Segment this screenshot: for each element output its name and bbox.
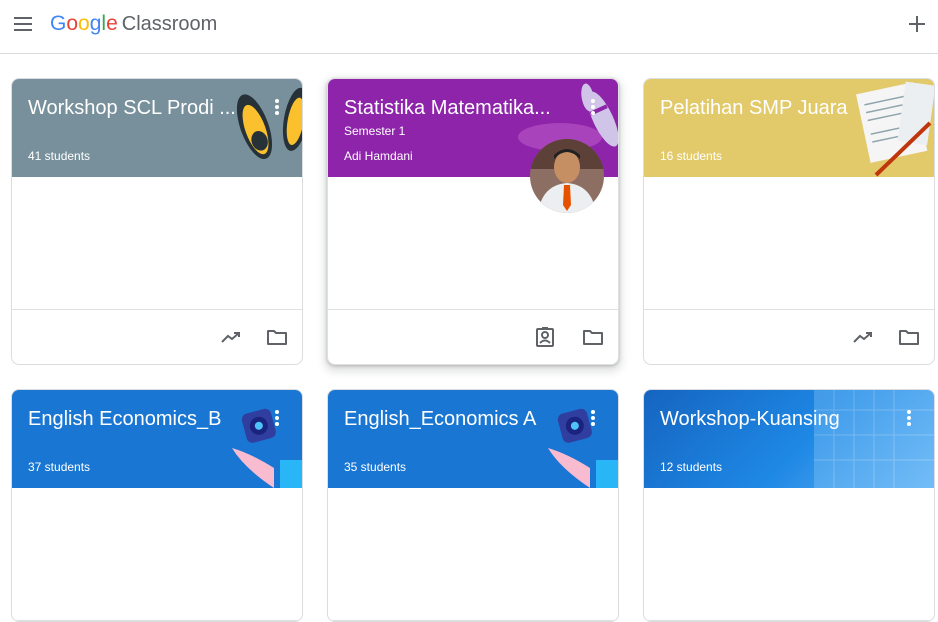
camera-feather-illustration [548,408,618,488]
class-options-button[interactable] [898,406,920,430]
class-card: Pelatihan SMP Juara 16 students [643,78,935,365]
class-card: Workshop SCL Prodi ... 41 students [11,78,303,365]
google-wordmark: Google [50,12,118,36]
class-card-footer [12,310,302,364]
class-card-header: Pelatihan SMP Juara 16 students [644,79,934,177]
top-app-bar: Google Classroom [0,0,938,54]
student-count: 41 students [28,149,91,163]
google-wordmark-letter: o [78,12,90,35]
folder-icon [583,330,603,345]
google-wordmark-letter: o [66,12,79,35]
product-name: Classroom [121,12,218,35]
trending-up-icon [853,332,872,343]
class-card: Statistika Matematika... Semester 1 Adi … [327,78,619,365]
more-vert-icon [591,99,595,115]
create-or-join-class-button[interactable] [902,9,932,39]
class-card-body [12,177,302,310]
trending-up-icon [221,332,240,343]
class-card-header: English_Economics A 35 students [328,390,618,488]
camera-feather-illustration [232,408,302,488]
folder-icon [267,330,287,345]
building-illustration [814,390,934,488]
folder-icon [899,330,919,345]
open-insights-button[interactable] [219,325,243,349]
open-class-folder-button[interactable] [265,325,289,349]
class-card-footer [644,310,934,364]
more-vert-icon [275,99,279,115]
shoe-illustration [236,87,302,160]
class-card-header: English Economics_B 37 students [12,390,302,488]
class-card-header: Workshop-Kuansing 12 students [644,390,934,488]
plus-icon [909,16,925,32]
class-card-header: Workshop SCL Prodi ... 41 students [12,79,302,177]
class-title[interactable]: Pelatihan SMP Juara [660,97,878,120]
more-vert-icon [275,410,279,426]
open-insights-button[interactable] [851,325,875,349]
student-count: 16 students [660,149,723,163]
class-options-button[interactable] [582,406,604,430]
class-options-button[interactable] [582,95,604,119]
open-class-folder-button[interactable] [581,325,605,349]
google-wordmark-letter: e [106,12,118,35]
class-card-body [328,488,618,621]
class-card-body [644,488,934,621]
class-options-button[interactable] [266,406,288,430]
student-count: 35 students [344,460,407,474]
class-options-button[interactable] [266,95,288,119]
class-card: Workshop-Kuansing 12 students [643,389,935,622]
more-vert-icon [907,410,911,426]
class-card: English_Economics A 35 students [327,389,619,622]
teacher-name: Adi Hamdani [344,149,413,163]
your-work-button[interactable] [533,325,557,349]
class-title[interactable]: Workshop SCL Prodi ... [28,97,246,120]
google-wordmark-letter: g [89,12,102,35]
class-title[interactable]: Workshop-Kuansing [660,408,878,431]
hamburger-icon [14,17,32,31]
music-sheet-illustration [856,81,934,177]
google-wordmark-letter: G [50,12,67,35]
open-class-folder-button[interactable] [897,325,921,349]
teacher-photo [530,139,604,213]
class-title[interactable]: Statistika Matematika... [344,97,562,120]
class-card-footer [328,310,618,364]
class-title[interactable]: English Economics_B [28,408,246,431]
teacher-avatar [530,139,604,213]
class-section: Semester 1 [344,124,406,138]
class-card-body [644,177,934,310]
student-count: 37 students [28,460,91,474]
assigned-work-icon [536,327,554,347]
class-card: English Economics_B 37 students [11,389,303,622]
class-title[interactable]: English_Economics A [344,408,562,431]
google-classroom-logo[interactable]: Google Classroom [50,11,217,37]
more-vert-icon [591,410,595,426]
main-menu-button[interactable] [10,11,36,37]
class-card-body [12,488,302,621]
student-count: 12 students [660,460,723,474]
